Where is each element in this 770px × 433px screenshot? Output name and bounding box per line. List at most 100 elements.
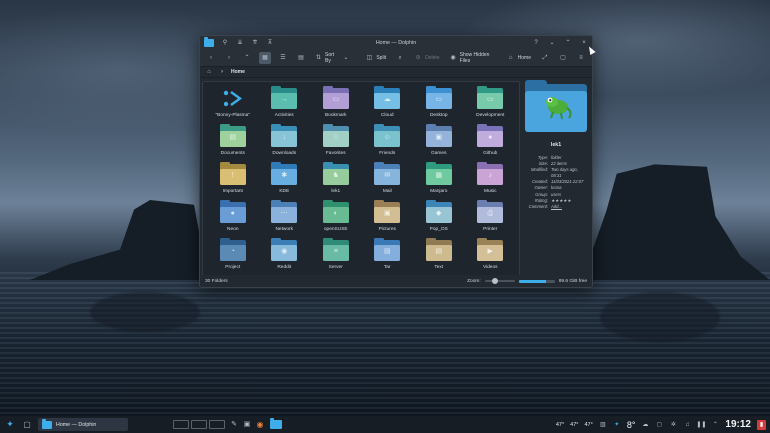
folder-item[interactable]: ▶ Videos [465, 238, 517, 276]
desktop-2[interactable] [191, 420, 207, 429]
help-icon[interactable]: ? [532, 39, 540, 47]
folder-item[interactable]: ● Neon [207, 200, 259, 238]
back-button[interactable]: ‹ [205, 52, 217, 64]
compact-view-button[interactable]: ☰ [277, 52, 289, 64]
folder-item[interactable]: ♞ lek1 [310, 162, 362, 200]
expand-tray-icon[interactable]: ⌃ [711, 421, 719, 429]
virtual-desktop-pager[interactable] [173, 420, 225, 429]
folder-icon: ✉ [374, 162, 401, 185]
folder-emblem: ◔ [230, 248, 235, 255]
folder-item[interactable]: ≡ Server [310, 238, 362, 276]
folder-item[interactable]: "Bonny-Plasma" [207, 86, 259, 124]
folder-item[interactable]: ▤ Documents [207, 124, 259, 162]
desktop-3[interactable] [209, 420, 225, 429]
menu-button[interactable]: ≡ [575, 52, 587, 64]
folder-item[interactable]: ⎙ Printer [465, 200, 517, 238]
folder-icon: ↓ [271, 124, 298, 147]
app-launcher-icon[interactable]: ✦ [4, 420, 16, 429]
folder-item[interactable]: ☆ Favorites [310, 124, 362, 162]
folder-emblem: ▣ [383, 210, 391, 217]
show-desktop-icon[interactable]: ▢ [21, 420, 33, 429]
task-dolphin[interactable]: Home — Dolphin [38, 418, 128, 431]
folder-item[interactable]: ✉ Mail [362, 162, 414, 200]
folder-item[interactable]: ▭ Bookmark [310, 86, 362, 124]
home-button[interactable]: ⌂ Home [505, 52, 533, 64]
gear-icon[interactable]: ✲ [669, 421, 677, 429]
hamburger-icon: ≡ [579, 55, 583, 61]
show-hidden-files-button[interactable]: ◉ Show Hidden Files [448, 50, 499, 66]
folder-label: Bookmark [324, 113, 347, 118]
zoom-control: Zoom: 89.6 GiB free [467, 278, 587, 284]
folder-item[interactable]: ☁ Cloud [362, 86, 414, 124]
free-space-bar[interactable] [518, 279, 555, 283]
folder-item[interactable]: ▣ Games [413, 124, 465, 162]
folder-emblem: ▭ [486, 96, 494, 103]
folder-item[interactable]: ! Important [207, 162, 259, 200]
zoom-slider[interactable] [484, 278, 515, 284]
folder-item[interactable]: ▭ Development [465, 86, 517, 124]
split-button[interactable]: ◫ Split [363, 52, 388, 64]
folder-item[interactable]: ● Github [465, 124, 517, 162]
logout-icon[interactable]: ▮ [757, 419, 766, 430]
folder-item[interactable]: ▤ Text [413, 238, 465, 276]
add-comment-link[interactable]: Add... [551, 204, 587, 210]
folder-icon: ✱ [271, 162, 298, 185]
home-icon[interactable]: ⌂ [205, 68, 213, 76]
folder-item[interactable]: ◐ openSUSE [310, 200, 362, 238]
keep-below-icon[interactable]: ⇊ [236, 39, 244, 47]
pin-icon[interactable]: ⚲ [221, 39, 229, 47]
folder-item[interactable]: ▤ Tar [362, 238, 414, 276]
breadcrumb-current[interactable]: Home [231, 69, 245, 75]
weather-temp[interactable]: 8° [627, 420, 636, 430]
folder-item[interactable]: ◉ Reddit [259, 238, 311, 276]
delete-button[interactable]: ⊘ Delete [412, 52, 441, 64]
folder-item[interactable]: ◔ Project [207, 238, 259, 276]
wallpaper-reflection-left [90, 292, 200, 332]
pause-icon[interactable]: ❚❚ [696, 421, 706, 429]
audio-icon[interactable]: ♫ [683, 421, 691, 429]
folder-label: Favorites [325, 151, 346, 156]
sort-by-button[interactable]: ⇅ Sort By ⌄ [313, 50, 351, 66]
terminal-button[interactable]: ▢ [557, 52, 569, 64]
folder-label: openSUSE [323, 227, 348, 232]
fullscreen-button[interactable]: ⤢ [539, 52, 551, 64]
up-button[interactable]: ⌃ [241, 52, 253, 64]
folder-item[interactable]: → Activities [259, 86, 311, 124]
folder-item[interactable]: ◆ Pop_OS [413, 200, 465, 238]
zoom-slider-knob[interactable] [491, 278, 498, 284]
folder-item[interactable]: ▦ Manjaro [413, 162, 465, 200]
search-button[interactable]: ⌕ [394, 52, 406, 64]
folder-item[interactable]: ⋯ Network [259, 200, 311, 238]
icons-view-button[interactable]: ▦ [259, 52, 271, 64]
details-view-button[interactable]: ▤ [295, 52, 307, 64]
folder-item[interactable]: ♪ Music [465, 162, 517, 200]
folder-emblem: ▭ [435, 96, 443, 103]
folder-icon: ▤ [425, 238, 452, 261]
forward-button[interactable]: › [223, 52, 235, 64]
clock[interactable]: 19:12 [725, 419, 751, 430]
folder-item[interactable]: ↓ Downloads [259, 124, 311, 162]
folder-item[interactable]: ▣ Pictures [362, 200, 414, 238]
firefox-icon[interactable]: ◉ [256, 420, 264, 429]
shade-icon[interactable]: ⊼ [266, 39, 274, 47]
folder-item[interactable]: ☺ Friends [362, 124, 414, 162]
main-area: "Bonny-Plasma" → Activities ▭ Bookmark ☁ Cloud… [200, 79, 592, 277]
comment-key: Comment: [528, 203, 548, 209]
file-manager-icon[interactable] [269, 418, 283, 429]
terminal-icon[interactable]: ▣ [243, 421, 251, 429]
ui-icon[interactable]: ◻ [655, 421, 663, 429]
folder-icon: ⋯ [271, 200, 298, 223]
folder-icon: ♞ [322, 162, 349, 185]
folder-label: Printer [483, 227, 498, 232]
kde-connect-icon[interactable]: ✦ [613, 421, 621, 429]
maximize-icon[interactable]: ⌃ [564, 39, 572, 47]
keep-above-icon[interactable]: ⇈ [251, 39, 259, 47]
close-icon[interactable]: × [580, 39, 588, 47]
weather-cloud-icon[interactable]: ☁ [641, 421, 649, 429]
minimize-icon[interactable]: ⌄ [548, 39, 556, 47]
folder-item[interactable]: ▭ Desktop [413, 86, 465, 124]
pen-icon[interactable]: ✎ [230, 421, 238, 429]
folder-label: Videos [482, 265, 498, 270]
desktop-1[interactable] [173, 420, 189, 429]
folder-item[interactable]: ✱ KDE [259, 162, 311, 200]
